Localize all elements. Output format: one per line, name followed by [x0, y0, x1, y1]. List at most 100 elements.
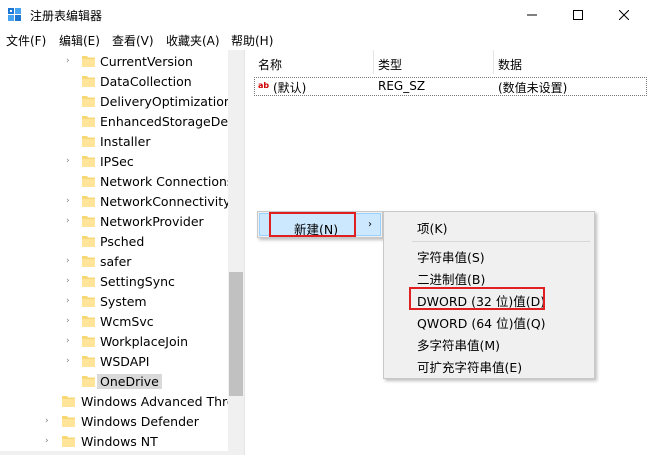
- expand-chevron-icon[interactable]: ›: [66, 316, 74, 326]
- folder-icon: [82, 116, 95, 127]
- menu-separator: [412, 241, 590, 242]
- column-header-name[interactable]: 名称: [250, 50, 373, 74]
- folder-icon: [82, 156, 95, 167]
- tree-item-label: OneDrive: [97, 374, 162, 389]
- tree-item-label: WorkplaceJoin: [100, 334, 189, 349]
- folder-icon: [82, 176, 95, 187]
- expand-chevron-icon[interactable]: ›: [66, 216, 74, 226]
- expand-chevron-icon[interactable]: ›: [66, 336, 74, 346]
- folder-icon: [82, 236, 95, 247]
- tree-item-label: Psched: [100, 234, 145, 249]
- tree-item[interactable]: › IPSec: [0, 151, 244, 171]
- tree-item-label: DeliveryOptimization: [100, 94, 232, 109]
- maximize-button[interactable]: [555, 0, 601, 30]
- expand-chevron-icon[interactable]: ›: [66, 56, 74, 66]
- tree-item-label: System: [100, 294, 147, 309]
- tree-item[interactable]: › WcmSvc: [0, 311, 244, 331]
- tree-item-label: Windows Defender: [81, 414, 199, 429]
- tree-item-label: IPSec: [100, 154, 134, 169]
- tree-item[interactable]: DataCollection: [0, 71, 244, 91]
- close-icon: [619, 10, 629, 20]
- expand-chevron-icon[interactable]: ›: [66, 196, 74, 206]
- tree-item[interactable]: › System: [0, 291, 244, 311]
- submenu-arrow-icon: ›: [368, 219, 372, 230]
- highlight-box-dword: [409, 287, 545, 310]
- tree-item[interactable]: › CurrentVersion: [0, 51, 244, 71]
- tree-item-label: NetworkConnectivitySt: [100, 194, 244, 209]
- minimize-button[interactable]: [509, 0, 555, 30]
- tree-item[interactable]: DeliveryOptimization: [0, 91, 244, 111]
- expand-chevron-icon[interactable]: ›: [45, 436, 53, 446]
- tree-item-label: DataCollection: [100, 74, 192, 89]
- tree-item[interactable]: › safer: [0, 251, 244, 271]
- tree-item[interactable]: › WSDAPI: [0, 351, 244, 371]
- list-row-default[interactable]: ab (默认) REG_SZ (数值未设置): [254, 77, 647, 96]
- tree-item[interactable]: OneDrive: [0, 371, 244, 391]
- value-name: (默认): [273, 81, 307, 95]
- expand-chevron-icon[interactable]: ›: [66, 296, 74, 306]
- tree-item[interactable]: Windows Advanced Threa: [0, 391, 244, 411]
- maximize-icon: [573, 10, 583, 20]
- tree-item[interactable]: › SettingSync: [0, 271, 244, 291]
- folder-icon: [82, 56, 95, 67]
- tree-item-label: NetworkProvider: [100, 214, 204, 229]
- menu-item-key[interactable]: 项(K): [417, 218, 447, 237]
- menu-file[interactable]: 文件(F): [6, 32, 46, 49]
- title-bar: 注册表编辑器: [0, 0, 647, 30]
- tree-item[interactable]: Network Connections: [0, 171, 244, 191]
- tree-item-label: Network Connections: [100, 174, 234, 189]
- folder-icon: [82, 276, 95, 287]
- expand-chevron-icon[interactable]: ›: [66, 356, 74, 366]
- tree-item[interactable]: EnhancedStorageDevi: [0, 111, 244, 131]
- folder-icon: [82, 336, 95, 347]
- tree-item-label: WcmSvc: [100, 314, 154, 329]
- tree-item-label: WSDAPI: [100, 354, 150, 369]
- tree-item[interactable]: › NetworkProvider: [0, 211, 244, 231]
- menu-favorites[interactable]: 收藏夹(A): [166, 32, 220, 49]
- folder-icon: [62, 436, 75, 447]
- tree-item[interactable]: › Windows NT: [0, 431, 244, 451]
- folder-icon: [82, 196, 95, 207]
- menu-edit[interactable]: 编辑(E): [59, 32, 100, 49]
- tree-item-label: EnhancedStorageDevi: [100, 114, 239, 129]
- expand-chevron-icon[interactable]: ›: [66, 156, 74, 166]
- menu-item-expandable-string-value[interactable]: 可扩充字符串值(E): [417, 357, 522, 376]
- folder-icon: [82, 296, 95, 307]
- folder-icon: [62, 416, 75, 427]
- registry-tree[interactable]: › CurrentVersion DataCollection DeliveryOpt…: [0, 50, 244, 455]
- tree-item[interactable]: › Windows Defender: [0, 411, 244, 431]
- folder-icon: [82, 376, 95, 387]
- folder-icon: [82, 316, 95, 327]
- tree-scrollbar-thumb[interactable]: [229, 272, 243, 396]
- menu-view[interactable]: 查看(V): [112, 32, 154, 49]
- column-header-data[interactable]: 数据: [494, 50, 647, 74]
- menu-item-qword-value[interactable]: QWORD (64 位)值(Q): [417, 313, 546, 332]
- expand-chevron-icon[interactable]: ›: [66, 276, 74, 286]
- tree-item-label: Installer: [100, 134, 151, 149]
- column-header-type[interactable]: 类型: [374, 50, 493, 74]
- folder-icon: [82, 216, 95, 227]
- tree-item-label: safer: [100, 254, 132, 269]
- close-button[interactable]: [601, 0, 647, 30]
- string-value-icon: ab: [258, 81, 270, 90]
- folder-icon: [82, 96, 95, 107]
- tree-item[interactable]: Psched: [0, 231, 244, 251]
- window-title: 注册表编辑器: [30, 9, 103, 23]
- folder-icon: [82, 356, 95, 367]
- menu-item-multi-string-value[interactable]: 多字符串值(M): [417, 335, 500, 354]
- expand-chevron-icon[interactable]: ›: [45, 416, 53, 426]
- menu-item-string-value[interactable]: 字符串值(S): [417, 247, 485, 266]
- menu-item-binary-value[interactable]: 二进制值(B): [417, 269, 485, 288]
- highlight-box-new: [269, 212, 356, 237]
- menu-help[interactable]: 帮助(H): [231, 32, 273, 49]
- regedit-icon: [8, 8, 21, 21]
- tree-item[interactable]: › NetworkConnectivitySt: [0, 191, 244, 211]
- tree-horizontal-scrollbar[interactable]: [0, 451, 228, 455]
- tree-item[interactable]: › WorkplaceJoin: [0, 331, 244, 351]
- tree-item-label: Windows NT: [81, 434, 158, 449]
- expand-chevron-icon[interactable]: ›: [66, 256, 74, 266]
- folder-icon: [82, 256, 95, 267]
- tree-item[interactable]: Installer: [0, 131, 244, 151]
- folder-icon: [82, 76, 95, 87]
- folder-icon: [62, 396, 75, 407]
